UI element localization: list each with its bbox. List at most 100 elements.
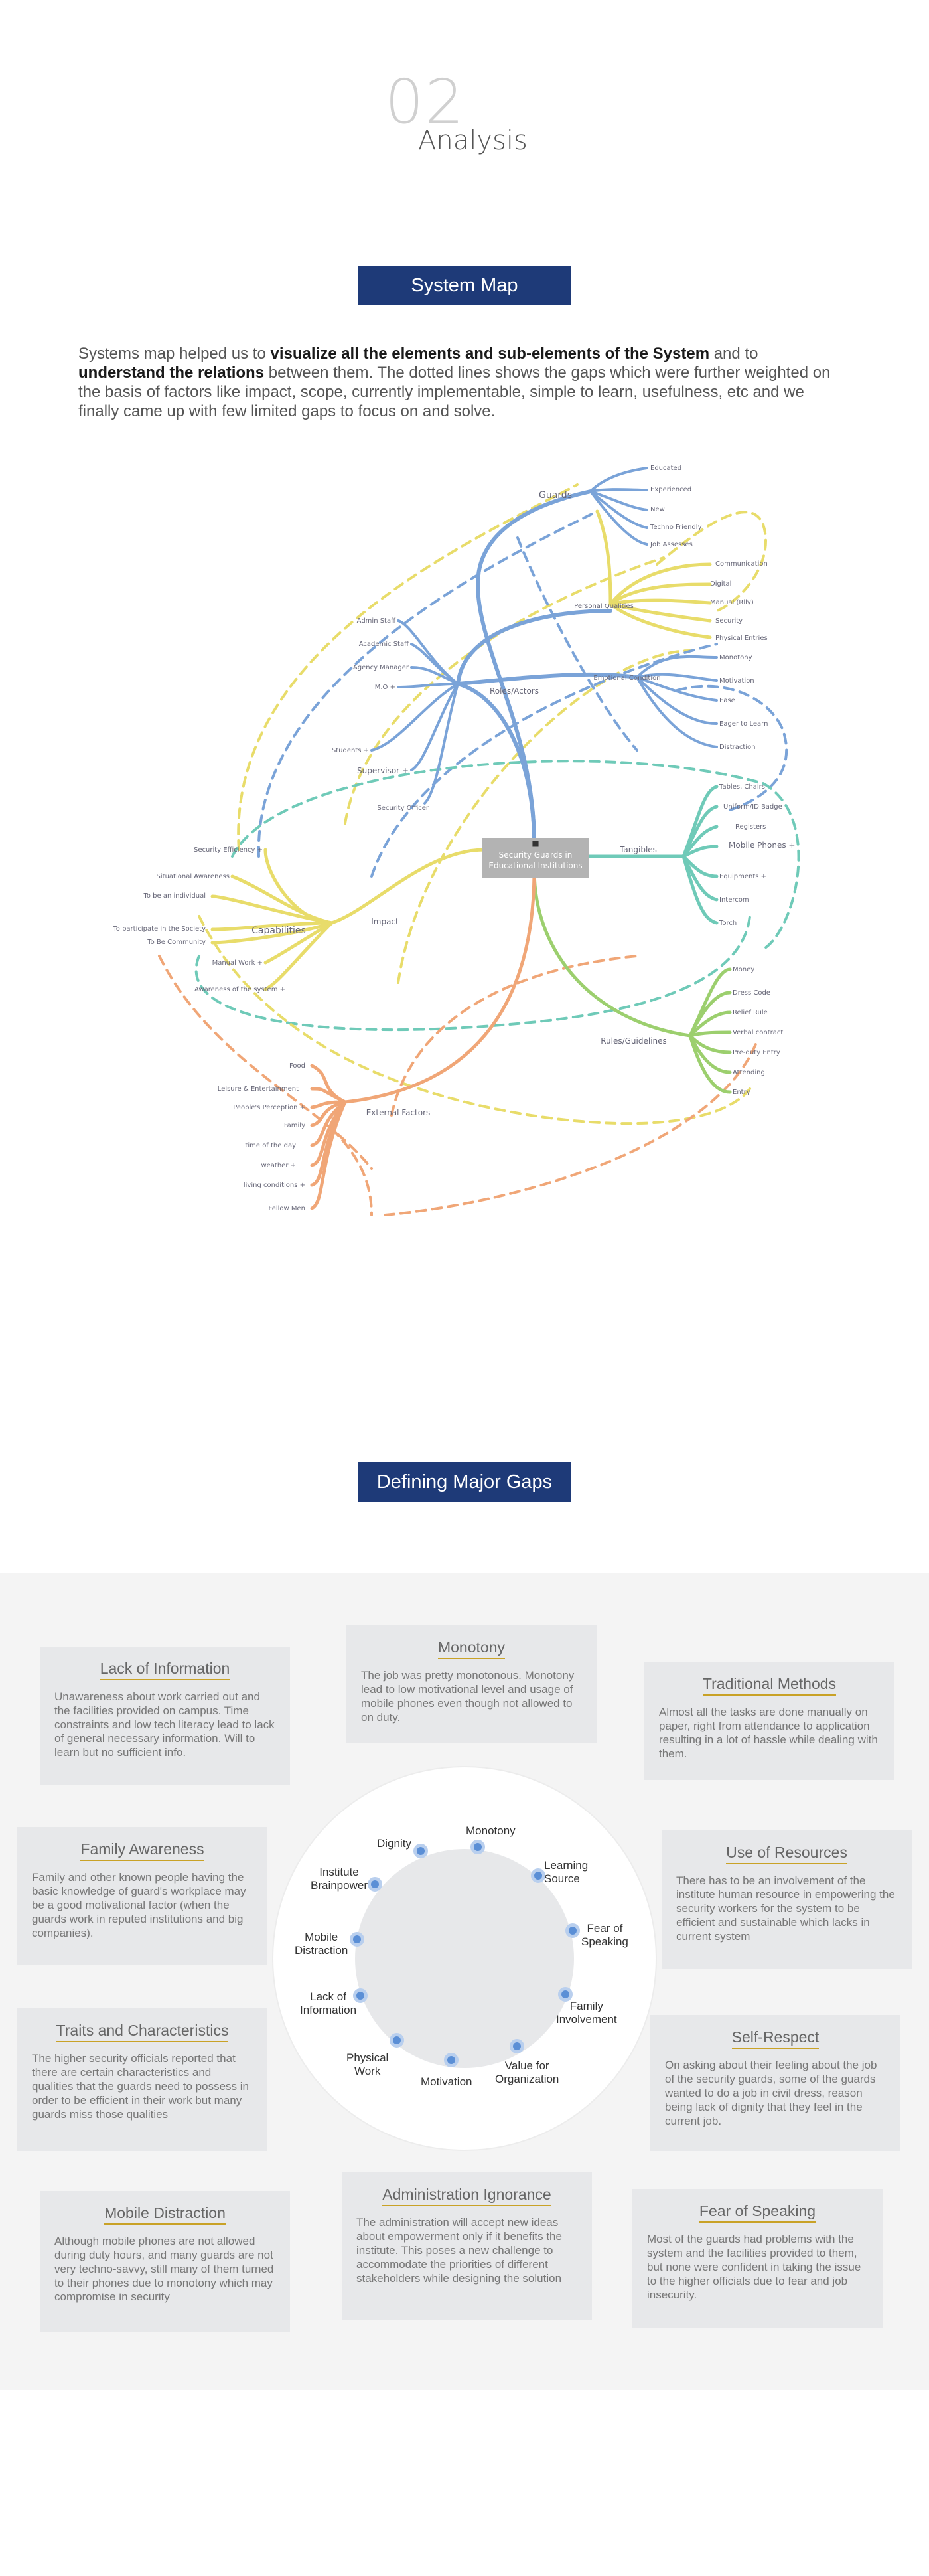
gap-card-text: Most of the guards had problems with the… — [647, 2233, 861, 2301]
wheel-dot-mobile-distraction — [350, 1932, 364, 1947]
attr-leaf-3: Ease — [719, 697, 735, 704]
gap-card-text: The higher security officials reported t… — [32, 2052, 249, 2121]
guards-leaf-5: Job Assesses — [650, 541, 693, 548]
attr-leaf-1: Monotony — [719, 654, 752, 661]
node-capabilities: Capabilities — [251, 926, 306, 936]
rules-leaf-2: Dress Code — [733, 989, 770, 997]
node-rules-guidelines: Rules/Guidelines — [601, 1036, 667, 1046]
node-tangibles: Tangibles — [619, 845, 657, 854]
gap-card-lack-of-information: Lack of Information Unawareness about wo… — [40, 1647, 290, 1785]
wheel-label-family-involvement: Family Involvement — [556, 2000, 617, 2026]
gap-card-text: There has to be an involvement of the in… — [676, 1874, 895, 1943]
wheel-label-monotony: Monotony — [466, 1824, 516, 1837]
gap-card-title: Self-Respect — [731, 2028, 820, 2049]
gap-card-use-of-resources: Use of Resources There has to be an invo… — [662, 1830, 912, 1969]
guards-leaf-4: Techno Friendly — [650, 524, 702, 531]
gap-card-text: Almost all the tasks are done manually o… — [659, 1706, 878, 1760]
intro-text-2: and to — [709, 345, 758, 362]
capability-leaf-1: Security Efficiency + — [194, 846, 263, 854]
capability-leaf-4: To participate in the Society — [112, 926, 206, 933]
gap-card-title: Monotony — [437, 1639, 505, 1659]
system-map-diagram: ■ Security Guards in Educational Institu… — [112, 465, 800, 1216]
gap-card-title: Traits and Characteristics — [56, 2022, 229, 2042]
tangible-leaf-6: Intercom — [719, 896, 749, 904]
external-leaf-2: Leisure & Entertainment — [218, 1086, 299, 1093]
gap-card-admin-ignorance: Administration Ignorance The administrat… — [342, 2172, 592, 2320]
node-emotional-condition: Emotional Condition — [593, 675, 660, 682]
actor-leaf-2: Academic Staff — [359, 641, 409, 648]
guards-leaf-3: New — [650, 506, 665, 513]
gap-card-title: Traditional Methods — [702, 1675, 837, 1696]
gap-card-title: Administration Ignorance — [382, 2186, 551, 2206]
comm-leaf-3: Manual (Rlly) — [710, 599, 754, 606]
actor-leaf-4: M.O + — [375, 684, 395, 691]
gap-card-title: Family Awareness — [80, 1840, 204, 1861]
external-leaf-3: People's Perception + — [233, 1104, 305, 1111]
capability-leaf-6: Manual Work + — [212, 959, 263, 967]
wheel-label-motivation: Motivation — [421, 2075, 472, 2088]
gap-card-text: Family and other known people having the… — [32, 1871, 246, 1939]
section-title: Analysis — [418, 125, 528, 156]
rules-leaf-4: Verbal contract — [733, 1029, 783, 1036]
wheel-label-physical-work: Physical Work — [346, 2052, 389, 2077]
wheel-label-dignity: Dignity — [377, 1837, 411, 1850]
comm-leaf-1: Communication — [715, 560, 768, 568]
wheel-label-lack-of-information: Lack of Information — [300, 1990, 357, 2016]
wheel-label-learning-source: Learning Source — [544, 1859, 589, 1885]
gap-card-traditional-methods: Traditional Methods Almost all the tasks… — [644, 1662, 894, 1780]
rules-leaf-3: Relief Rule — [733, 1009, 768, 1016]
tangible-leaf-7: Torch — [719, 920, 737, 927]
node-personal-qualities: Personal Qualities — [574, 603, 634, 610]
external-leaf-6: weather + — [261, 1162, 296, 1169]
comm-leaf-2: Digital — [710, 580, 731, 588]
gap-card-title: Mobile Distraction — [104, 2204, 226, 2225]
rules-leaf-5: Pre-duty Entry — [733, 1049, 780, 1056]
intro-bold-2: understand the relations — [78, 364, 265, 382]
wheel-label-value-for-organization: Value for Organization — [495, 2059, 559, 2085]
tangible-leaf-5: Equipments + — [719, 873, 766, 880]
wheel-dot-institute-brainpower — [368, 1877, 382, 1892]
gap-card-fear-of-speaking: Fear of Speaking Most of the guards had … — [632, 2189, 883, 2328]
external-leaf-5: time of the day — [245, 1142, 296, 1149]
external-leaf-8: Fellow Men — [268, 1205, 305, 1212]
gap-card-title: Fear of Speaking — [699, 2202, 816, 2223]
center-line-1: Security Guards in — [499, 850, 573, 860]
system-map-intro: Systems map helped us to visualize all t… — [78, 344, 848, 421]
external-leaf-4: Family — [284, 1122, 305, 1129]
guards-leaf-1: Educated — [650, 465, 681, 472]
external-leaf-7: living conditions + — [244, 1182, 305, 1189]
gap-card-text: The administration will accept new ideas… — [356, 2216, 562, 2285]
center-line-2: Educational Institutions — [488, 861, 582, 870]
capability-leaf-2: Situational Awareness — [157, 873, 230, 880]
attr-leaf-2: Motivation — [719, 677, 754, 684]
section-number: 02 — [385, 66, 466, 137]
attr-leaf-5: Distraction — [719, 744, 756, 751]
gap-card-text: On asking about their feeling about the … — [665, 2059, 877, 2127]
gap-card-title: Lack of Information — [100, 1660, 230, 1680]
gap-card-title: Use of Resources — [726, 1844, 847, 1864]
actor-leaf-7: Security Officer — [377, 805, 429, 812]
wheel-label-institute-brainpower: Institute Brainpower — [311, 1866, 368, 1892]
intro-text-1: Systems map helped us to — [78, 345, 271, 362]
comm-leaf-4: Security — [715, 617, 743, 625]
actor-leaf-5: Students + — [332, 747, 369, 754]
wheel-dot-fear-of-speaking — [565, 1923, 580, 1938]
gap-card-mobile-distraction: Mobile Distraction Although mobile phone… — [40, 2191, 290, 2332]
wheel-label-fear-of-speaking: Fear of Speaking — [581, 1922, 628, 1948]
rules-leaf-6: Attending — [733, 1069, 765, 1076]
gap-card-family-awareness: Family Awareness Family and other known … — [17, 1827, 267, 1965]
capability-leaf-5: To Be Community — [147, 939, 206, 946]
comm-leaf-5: Physical Entries — [715, 635, 768, 642]
node-guards: Guards — [539, 490, 572, 501]
tangible-leaf-2: Uniform/ID Badge — [723, 803, 782, 811]
wheel-dot-motivation — [444, 2053, 459, 2067]
wheel-dot-monotony — [470, 1840, 485, 1854]
gap-card-self-respect: Self-Respect On asking about their feeli… — [650, 2015, 900, 2151]
wheel-dot-dignity — [413, 1844, 428, 1858]
tangible-leaf-1: Tables, Chairs — [719, 783, 765, 791]
attr-leaf-4: Eager to Learn — [719, 720, 768, 728]
actor-leaf-3: Agency Manager — [353, 664, 409, 671]
guards-leaf-2: Experienced — [650, 486, 691, 493]
wheel-dot-value-for-organization — [510, 2039, 524, 2053]
gap-card-text: Although mobile phones are not allowed d… — [54, 2235, 274, 2303]
